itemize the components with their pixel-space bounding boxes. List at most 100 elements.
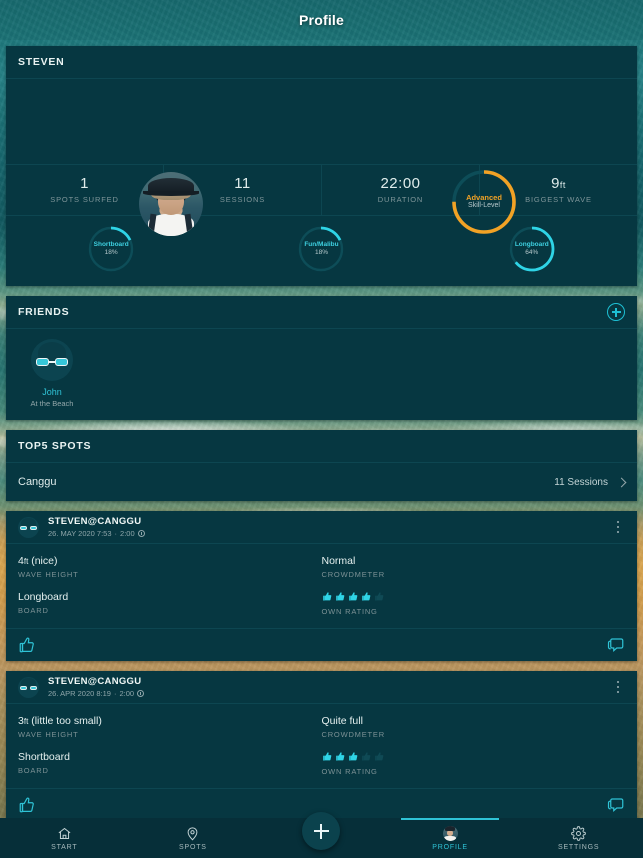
session-duration: 2:00 (119, 689, 135, 698)
nav-item-start[interactable]: START (0, 818, 129, 858)
session-menu-button[interactable] (611, 681, 625, 693)
board-name: Fun/Malibu (304, 240, 339, 248)
session-date-separator: · (114, 529, 118, 538)
friend-name: John (42, 387, 62, 397)
crowd-label: CROWDMETER (321, 570, 385, 579)
donut-chart: Longboard 64% (507, 224, 557, 274)
board-fun-malibu: Fun/Malibu 18% (216, 224, 426, 274)
session-date-text: 26. MAY 2020 7:53 (48, 529, 112, 538)
rating-thumbs (322, 591, 626, 602)
rating-label: OWN RATING (321, 767, 378, 776)
crowd-value: Quite full (321, 715, 363, 727)
add-session-fab-button[interactable] (302, 812, 341, 850)
skill-level-label: Skill-Level (468, 202, 500, 210)
crowd-label: CROWDMETER (321, 730, 385, 739)
profile-avatar[interactable] (139, 172, 203, 236)
session-title: STEVEN@CANGGU (48, 516, 142, 527)
stat-value: 9 (551, 175, 560, 192)
session-rating: OWN RATING (322, 591, 626, 616)
stat-value: 11 (234, 175, 251, 192)
board-name: Longboard (514, 240, 549, 248)
profile-card-header: STEVEN (6, 46, 637, 79)
donut-chart: Fun/Malibu 18% (296, 224, 346, 274)
thumbs-up-icon (322, 592, 331, 601)
map-pin-icon (188, 826, 198, 840)
session-avatar-icon (18, 516, 39, 538)
thumbs-up-icon[interactable] (18, 796, 36, 814)
profile-stats: 1 SPOTS SURFED 11 SESSIONS 22:00 DURATIO… (6, 164, 637, 216)
add-friend-button[interactable] (607, 303, 625, 321)
rating-label: OWN RATING (321, 607, 378, 616)
session-wave-height: 3ft (little too small) WAVE HEIGHT (18, 715, 322, 739)
stat-value: 22:00 (380, 175, 421, 192)
session-body: 3ft (little too small) WAVE HEIGHT Short… (6, 704, 637, 788)
home-icon (58, 827, 71, 839)
session-date: 26. APR 2020 8:19 · 2:00 (48, 689, 611, 698)
spot-sessions: 11 Sessions (554, 476, 608, 488)
comment-bubble-icon[interactable] (607, 636, 625, 654)
nav-label: START (51, 843, 78, 851)
session-title: STEVEN@CANGGU (48, 676, 142, 687)
bottom-navigation: START SPOTS PROFILE SETTINGS (0, 812, 643, 858)
gear-icon (571, 825, 586, 841)
nav-label: PROFILE (432, 843, 468, 851)
rating-thumbs (322, 751, 626, 762)
spot-row[interactable]: Canggu 11 Sessions (6, 463, 637, 501)
board-value: Shortboard (18, 751, 70, 763)
session-crowd: Quite full CROWDMETER (322, 715, 626, 739)
wave-height-note: (little too small) (28, 715, 102, 727)
donut-chart: Shortboard 18% (86, 224, 136, 274)
thumbs-up-icon (322, 752, 331, 761)
friend-item[interactable]: John At the Beach (20, 339, 84, 408)
session-card: STEVEN@CANGGU 26. MAY 2020 7:53 · 2:00 4… (6, 511, 637, 661)
top-spots-card-header: TOP5 SPOTS (6, 430, 637, 463)
stat-unit: ft (559, 180, 566, 190)
board-percent: 64% (525, 249, 539, 256)
thumbs-up-icon[interactable] (18, 636, 36, 654)
session-card: STEVEN@CANGGU 26. APR 2020 8:19 · 2:00 3… (6, 671, 637, 818)
scroll-container[interactable]: STEVEN Advanced Skill-Level 1 SPOTS SURF… (0, 40, 643, 818)
wave-height-label: WAVE HEIGHT (18, 730, 79, 739)
session-rating: OWN RATING (322, 751, 626, 776)
session-body: 4ft (nice) WAVE HEIGHT Longboard BOARD N… (6, 544, 637, 628)
session-wave-height: 4ft (nice) WAVE HEIGHT (18, 555, 322, 579)
session-duration: 2:00 (120, 529, 135, 538)
clock-icon (137, 690, 145, 697)
top-spots-title: TOP5 SPOTS (18, 440, 92, 452)
session-board: Longboard BOARD (18, 591, 322, 615)
session-menu-button[interactable] (611, 521, 625, 533)
app-header: Profile (0, 0, 643, 40)
thumbs-up-icon (335, 592, 344, 601)
thumbs-up-icon (361, 592, 370, 601)
nav-item-settings[interactable]: SETTINGS (514, 818, 643, 858)
profile-hero: Advanced Skill-Level (6, 79, 637, 236)
crowd-value: Normal (321, 555, 356, 567)
board-label: BOARD (18, 606, 49, 615)
profile-card: STEVEN Advanced Skill-Level 1 SPOTS SURF… (6, 46, 637, 286)
thumbs-up-icon (348, 752, 357, 761)
session-header: STEVEN@CANGGU 26. MAY 2020 7:53 · 2:00 (6, 511, 637, 544)
board-percent: 18% (314, 249, 328, 256)
session-date-text: 26. APR 2020 8:19 (48, 689, 111, 698)
session-date: 26. MAY 2020 7:53 · 2:00 (48, 529, 611, 538)
nav-item-spots[interactable]: SPOTS (129, 818, 258, 858)
stat-value: 1 (80, 175, 89, 192)
board-percent: 18% (104, 249, 118, 256)
profile-name: STEVEN (18, 56, 65, 68)
nav-item-add[interactable] (257, 812, 386, 858)
nav-label: SPOTS (179, 843, 207, 851)
nav-item-profile[interactable]: PROFILE (386, 818, 515, 858)
thumbs-up-icon (374, 752, 383, 761)
session-crowd: Normal CROWDMETER (322, 555, 626, 579)
comment-bubble-icon[interactable] (607, 796, 625, 814)
skill-level-value: Advanced (466, 192, 502, 202)
page-title: Profile (299, 12, 344, 28)
board-name: Shortboard (93, 240, 129, 248)
avatar-icon (442, 825, 458, 841)
chevron-right-icon (616, 477, 627, 487)
session-date-separator: · (113, 689, 117, 698)
board-value: Longboard (18, 591, 69, 603)
friends-card: FRIENDS John At the Beach (6, 296, 637, 420)
session-avatar-icon (18, 676, 39, 698)
thumbs-up-icon (335, 752, 344, 761)
